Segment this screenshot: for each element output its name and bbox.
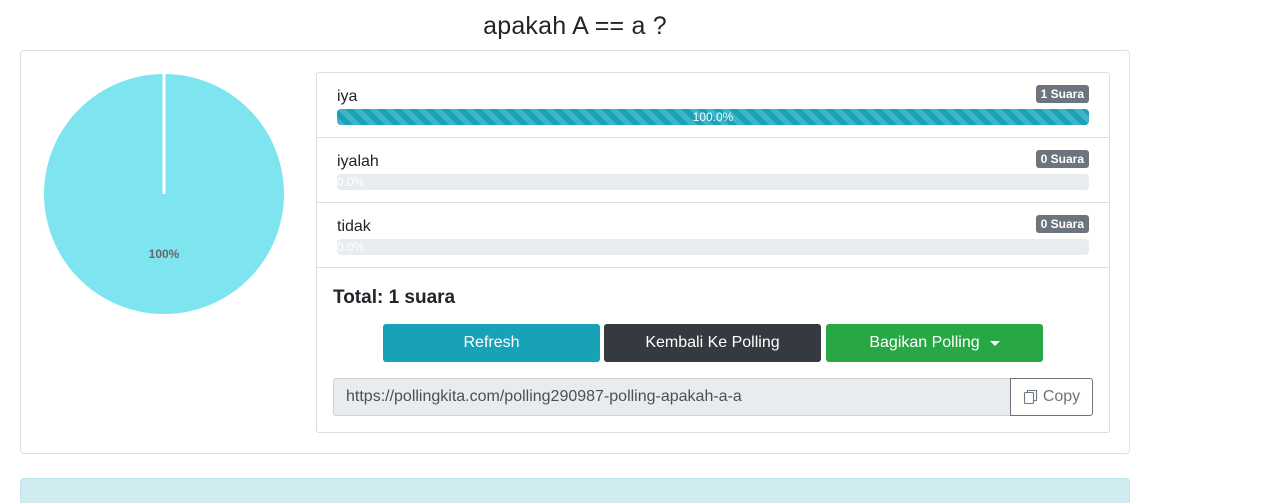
pie-chart: 100% [44,74,284,314]
progress-bar: 100.0% [337,109,1089,125]
option-row-tidak: tidak 0 Suara 0.0% [317,203,1109,268]
total-votes: Total: 1 suara [333,287,456,308]
share-poll-dropdown-button[interactable]: Bagikan Polling [826,324,1043,362]
vote-count-badge: 0 Suara [1035,215,1089,233]
vote-count-badge: 0 Suara [1035,150,1089,168]
copy-button[interactable]: Copy [1010,378,1093,416]
info-alert-box [20,478,1130,503]
progress-percent: 0.0% [337,175,365,189]
vote-count-badge: 1 Suara [1035,85,1089,103]
back-to-poll-button[interactable]: Kembali Ke Polling [604,324,821,362]
pie-chart-svg [44,74,284,314]
share-url-group: Copy [333,378,1093,416]
option-label: iya [337,88,358,105]
poll-result-card: 100% iya 1 Suara 100.0% iyalah 0 Suara 0… [20,50,1130,454]
progress-percent: 0.0% [337,240,365,254]
results-list: iya 1 Suara 100.0% iyalah 0 Suara 0.0% t… [316,72,1110,433]
back-button-label: Kembali Ke Polling [645,334,780,351]
option-row-iya: iya 1 Suara 100.0% [317,73,1109,138]
poll-title: apakah A == a ? [483,12,667,40]
copy-icon [1023,389,1037,405]
option-label: iyalah [337,153,379,170]
option-row-iyalah: iyalah 0 Suara 0.0% [317,138,1109,203]
share-button-label: Bagikan Polling [869,334,980,351]
refresh-button[interactable]: Refresh [383,324,600,362]
share-url-input[interactable] [333,378,1011,416]
progress-bar: 0.0% [337,174,1089,190]
progress-percent: 100.0% [692,110,734,124]
option-label: tidak [337,218,371,235]
caret-down-icon [989,340,1000,346]
copy-button-label: Copy [1042,388,1081,405]
progress-bar: 0.0% [337,239,1089,255]
pie-slice-label: 100% [148,247,180,261]
refresh-button-label: Refresh [463,334,520,351]
